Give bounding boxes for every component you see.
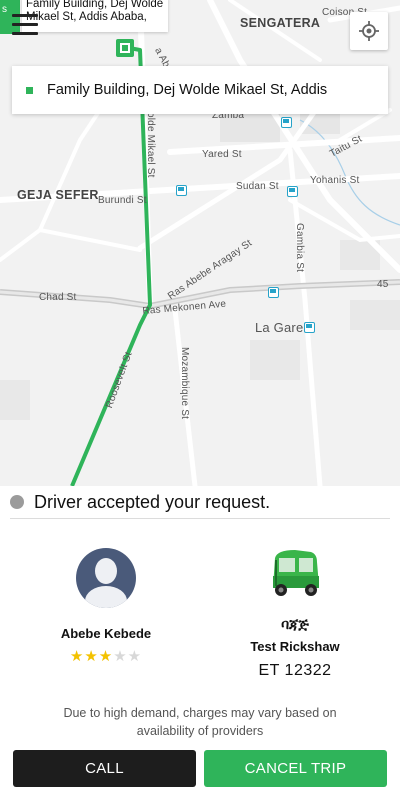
rickshaw-icon bbox=[267, 548, 323, 602]
vehicle-info: ባጃጅ Test Rickshaw ET 12322 bbox=[190, 548, 400, 680]
bus-stop-icon bbox=[281, 117, 292, 128]
surge-notice: Due to high demand, charges may vary bas… bbox=[63, 706, 337, 738]
bus-stop-icon bbox=[304, 322, 315, 333]
trip-status: Driver accepted your request. bbox=[0, 486, 400, 518]
map-info-bubble[interactable]: Family Building, Dej Wolde Mikael St, Ad… bbox=[22, 0, 168, 32]
star-filled-icon: ★ bbox=[84, 648, 99, 665]
vehicle-type: ባጃጅ bbox=[281, 616, 309, 632]
hamburger-icon[interactable] bbox=[12, 14, 38, 36]
map-label-yared: Yared St bbox=[202, 149, 242, 160]
map-label-yohanis: Yohanis St bbox=[310, 175, 360, 186]
map-label-chad: Chad St bbox=[39, 292, 77, 303]
divider bbox=[10, 518, 390, 519]
user-avatar-icon bbox=[76, 548, 136, 608]
pickup-dot-icon bbox=[26, 86, 33, 94]
vehicle-plate: ET 12322 bbox=[258, 662, 332, 679]
cancel-trip-button[interactable]: CANCEL TRIP bbox=[204, 750, 387, 787]
map-label-geja-sefer: GEJA SEFER bbox=[17, 188, 99, 202]
map-label-sudan: Sudan St bbox=[236, 181, 279, 192]
driver-info: Abebe Kebede ★★★★★ bbox=[0, 540, 212, 665]
star-empty-icon: ★ bbox=[127, 648, 143, 665]
status-dot-icon bbox=[10, 495, 24, 509]
star-empty-icon: ★ bbox=[113, 648, 128, 665]
map-label-route-45: 45 bbox=[377, 279, 389, 290]
driver-rating: ★★★★★ bbox=[0, 647, 212, 665]
status-text: Driver accepted your request. bbox=[34, 491, 271, 512]
map-label-wolde-mikael: olde Mikael St bbox=[145, 112, 156, 178]
map-label-burundi: Burundi St bbox=[98, 195, 147, 206]
vehicle-name: Test Rickshaw bbox=[250, 639, 340, 654]
crosshair-icon bbox=[359, 21, 379, 41]
locate-me-button[interactable] bbox=[350, 12, 388, 50]
map-label-sengatera: SENGATERA bbox=[240, 16, 321, 30]
map-label-mozambique: Mozambique St bbox=[179, 347, 190, 420]
bus-stop-icon bbox=[268, 287, 279, 298]
bus-stop-icon bbox=[287, 186, 298, 197]
driver-name: Abebe Kebede bbox=[60, 626, 152, 641]
star-filled-icon: ★ bbox=[69, 648, 85, 665]
map-label-gambia: Gambia St bbox=[294, 223, 305, 273]
call-button[interactable]: CALL bbox=[13, 750, 196, 787]
pickup-address-card[interactable]: Family Building, Dej Wolde Mikael St, Ad… bbox=[12, 66, 388, 114]
pickup-address-text: Family Building, Dej Wolde Mikael St, Ad… bbox=[47, 82, 328, 98]
bus-stop-icon bbox=[176, 185, 187, 196]
star-filled-icon: ★ bbox=[98, 648, 114, 665]
map-label-la-gare: La Gare bbox=[255, 320, 304, 335]
pickup-marker-icon bbox=[116, 39, 134, 57]
